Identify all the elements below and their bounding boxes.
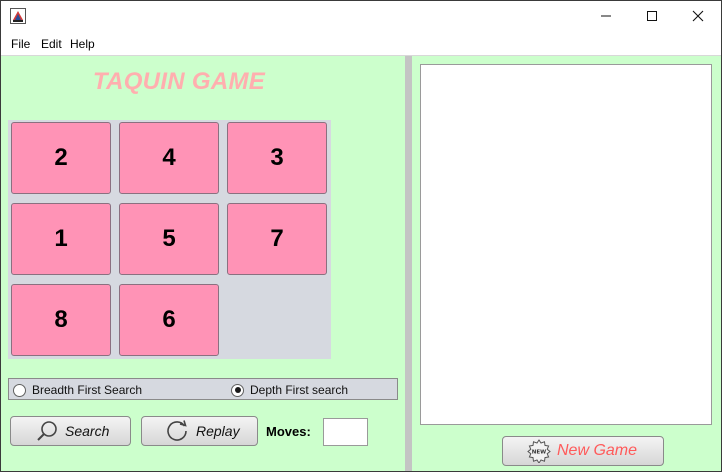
split-pane-divider[interactable] bbox=[405, 56, 412, 471]
radio-label-bfs: Breadth First Search bbox=[32, 383, 143, 397]
minimize-icon bbox=[600, 10, 612, 25]
search-button-label: Search bbox=[65, 423, 110, 439]
puzzle-tile[interactable]: 1 bbox=[11, 203, 111, 275]
replay-button[interactable]: Replay bbox=[141, 416, 258, 446]
search-algorithm-selector: Breadth First Search Depth First search bbox=[8, 378, 398, 400]
new-game-label: New Game bbox=[557, 442, 638, 459]
puzzle-board: 2 4 3 1 5 7 8 6 bbox=[8, 120, 331, 359]
maximize-icon bbox=[646, 10, 658, 25]
magnifier-icon bbox=[35, 419, 59, 443]
radio-unchecked-icon bbox=[13, 383, 26, 397]
search-button[interactable]: Search bbox=[10, 416, 131, 446]
menu-file[interactable]: File bbox=[11, 37, 30, 51]
refresh-icon bbox=[164, 418, 190, 444]
puzzle-tile[interactable]: 3 bbox=[227, 122, 327, 194]
game-title: TAQUIN GAME bbox=[92, 68, 266, 95]
new-badge-icon: NEW bbox=[527, 439, 551, 463]
puzzle-tile[interactable]: 5 bbox=[119, 203, 219, 275]
radio-label-dfs: Depth First search bbox=[250, 383, 349, 397]
radio-checked-icon bbox=[231, 383, 244, 397]
maximize-button[interactable] bbox=[629, 1, 675, 33]
menu-edit[interactable]: Edit bbox=[41, 37, 62, 51]
close-button[interactable] bbox=[675, 1, 721, 33]
replay-button-label: Replay bbox=[196, 423, 240, 439]
minimize-button[interactable] bbox=[583, 1, 629, 33]
puzzle-tile[interactable]: 6 bbox=[119, 284, 219, 356]
moves-field[interactable] bbox=[323, 418, 368, 446]
new-game-button[interactable]: NEW New Game bbox=[502, 436, 664, 466]
radio-depth-first-search[interactable]: Depth First search bbox=[231, 383, 348, 397]
puzzle-tile[interactable]: 4 bbox=[119, 122, 219, 194]
app-window: File Edit Help TAQUIN GAME 2 4 3 1 5 7 8… bbox=[0, 0, 722, 472]
game-panel: TAQUIN GAME 2 4 3 1 5 7 8 6 Breadth Firs… bbox=[1, 56, 405, 471]
puzzle-tile[interactable]: 8 bbox=[11, 284, 111, 356]
svg-text:NEW: NEW bbox=[532, 450, 546, 456]
puzzle-tile[interactable]: 2 bbox=[11, 122, 111, 194]
moves-label: Moves: bbox=[266, 424, 311, 439]
puzzle-tile[interactable]: 7 bbox=[227, 203, 327, 275]
solution-panel: NEW New Game bbox=[412, 56, 721, 471]
solution-log-area[interactable] bbox=[420, 64, 712, 425]
title-bar bbox=[1, 1, 721, 33]
menu-help[interactable]: Help bbox=[70, 37, 95, 51]
radio-breadth-first-search[interactable]: Breadth First Search bbox=[13, 383, 142, 397]
menu-bar: File Edit Help bbox=[1, 33, 721, 56]
close-icon bbox=[692, 10, 704, 25]
java-app-icon bbox=[10, 8, 26, 24]
